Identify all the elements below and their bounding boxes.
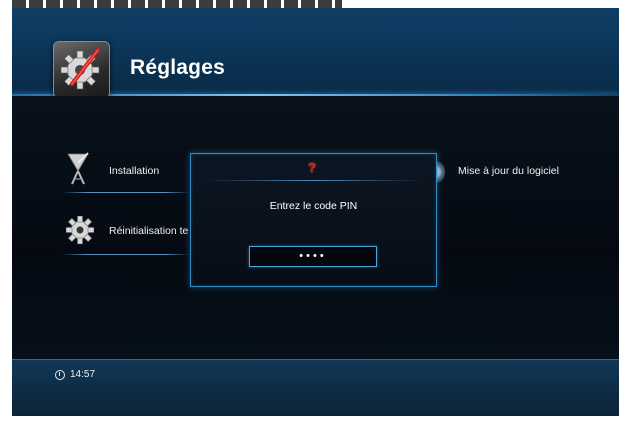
pin-input[interactable]: •••• [249,246,377,267]
menu-divider [62,192,190,193]
clock-icon [55,370,65,380]
menu-label-software-update: Mise à jour du logiciel [458,165,559,177]
satellite-dish-icon [67,152,89,185]
menu-item-software-update[interactable]: Mise à jour du logiciel [452,158,602,188]
menu-label-reset: Réinitialisation te [109,225,189,237]
footer-bar [12,359,619,416]
dialog-divider [203,180,424,181]
gear-icon [66,216,94,244]
menu-item-reset[interactable]: Réinitialisation te [62,214,202,255]
menu-item-installation[interactable]: Installation [62,151,202,193]
page-title: Réglages [130,56,225,79]
tv-screen: Réglages Installation Réinitialisation t… [12,8,619,416]
clock-time: 14:57 [70,369,96,380]
menu-label-installation: Installation [109,165,160,177]
pin-dialog: ? Entrez le code PIN •••• [190,153,437,287]
settings-gear-icon [53,41,110,99]
top-edge-marks [12,0,342,8]
pin-prompt: Entrez le code PIN [269,200,358,212]
menu-divider [62,254,190,255]
footer-divider [12,359,619,360]
question-icon: ? [308,160,316,175]
